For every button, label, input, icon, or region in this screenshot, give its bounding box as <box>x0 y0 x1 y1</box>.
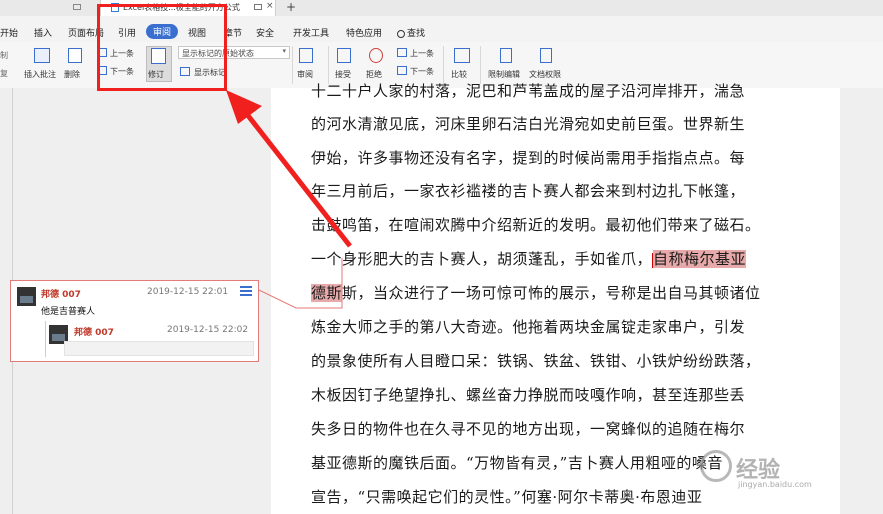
annotation-arrowhead <box>226 90 262 124</box>
comment-connector <box>258 258 343 309</box>
baidu-paw-icon <box>700 450 732 482</box>
annotation-arrow <box>244 111 352 248</box>
annotation-box <box>97 4 227 91</box>
watermark-url: jingyan.baidu.com <box>738 480 812 489</box>
